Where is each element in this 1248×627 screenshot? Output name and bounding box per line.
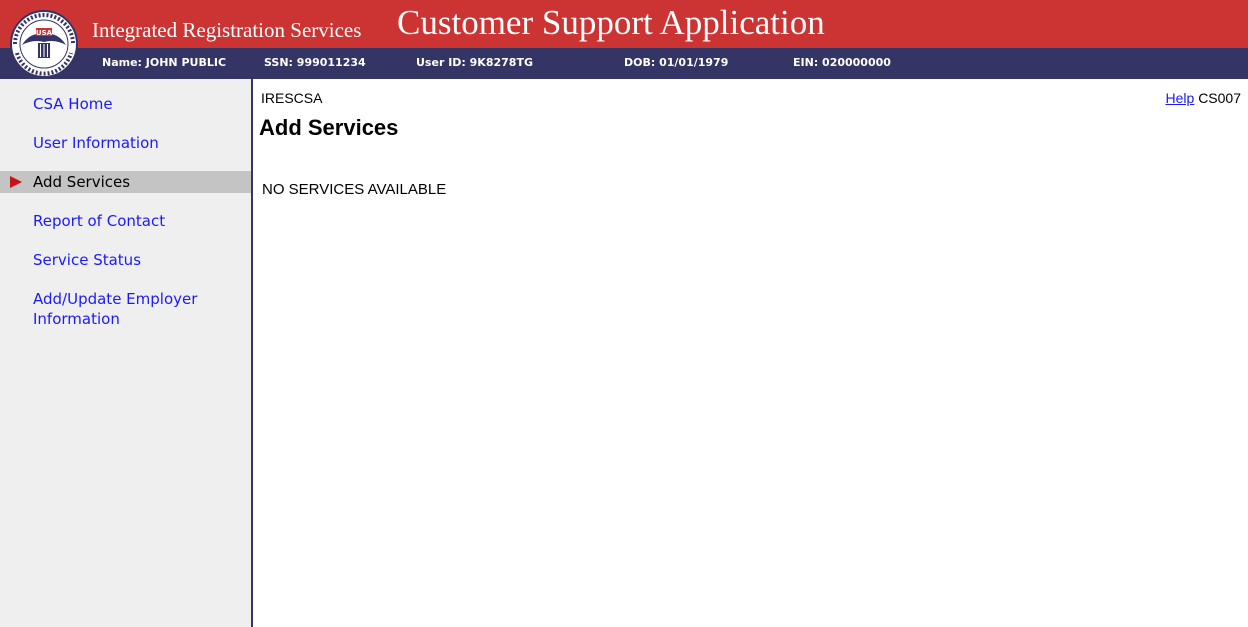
user-name: Name: JOHN PUBLIC bbox=[102, 56, 227, 69]
sidebar-item-report-of-contact[interactable]: Report of Contact bbox=[0, 212, 251, 232]
no-services-message: NO SERVICES AVAILABLE bbox=[262, 181, 447, 198]
help-area: Help CS007 bbox=[1166, 90, 1242, 106]
user-ein: EIN: 020000000 bbox=[793, 56, 891, 69]
sidebar-item-csa-home[interactable]: CSA Home bbox=[0, 95, 251, 115]
sidebar-item-add-services[interactable]: Add Services bbox=[0, 171, 251, 193]
sidebar-item-label: Add/Update Employer Information bbox=[33, 290, 198, 328]
sidebar-item-add-update-employer[interactable]: Add/Update Employer Information bbox=[0, 289, 251, 329]
sidebar-item-label: Add Services bbox=[33, 173, 131, 191]
user-info-bar: Name: JOHN PUBLIC SSN: 999011234 User ID… bbox=[0, 48, 1248, 79]
sidebar-item-service-status[interactable]: Service Status bbox=[0, 251, 251, 271]
page-title: Add Services bbox=[259, 115, 399, 140]
user-dob: DOB: 01/01/1979 bbox=[624, 56, 729, 69]
screen-identifier: IRESCSA bbox=[261, 90, 323, 106]
sidebar-item-user-information[interactable]: User Information bbox=[0, 134, 251, 154]
current-page-arrow-icon bbox=[10, 176, 22, 188]
user-id: User ID: 9K8278TG bbox=[416, 56, 533, 69]
sidebar-item-label: Service Status bbox=[33, 251, 142, 269]
sidebar: CSA Home User Information Add Services R… bbox=[0, 79, 253, 627]
sidebar-item-label: CSA Home bbox=[33, 95, 113, 113]
user-ssn: SSN: 999011234 bbox=[264, 56, 366, 69]
sidebar-item-label: Report of Contact bbox=[33, 212, 166, 230]
screen-code: CS007 bbox=[1198, 90, 1241, 106]
svg-text:USA: USA bbox=[36, 29, 53, 37]
app-title: Customer Support Application bbox=[397, 3, 825, 42]
help-link[interactable]: Help bbox=[1166, 90, 1195, 106]
header-banner: Integrated Registration Services Custome… bbox=[0, 0, 1248, 48]
ssa-seal-logo: USA bbox=[10, 10, 78, 78]
sidebar-item-label: User Information bbox=[33, 134, 159, 152]
subtitle: Integrated Registration Services bbox=[92, 18, 362, 42]
